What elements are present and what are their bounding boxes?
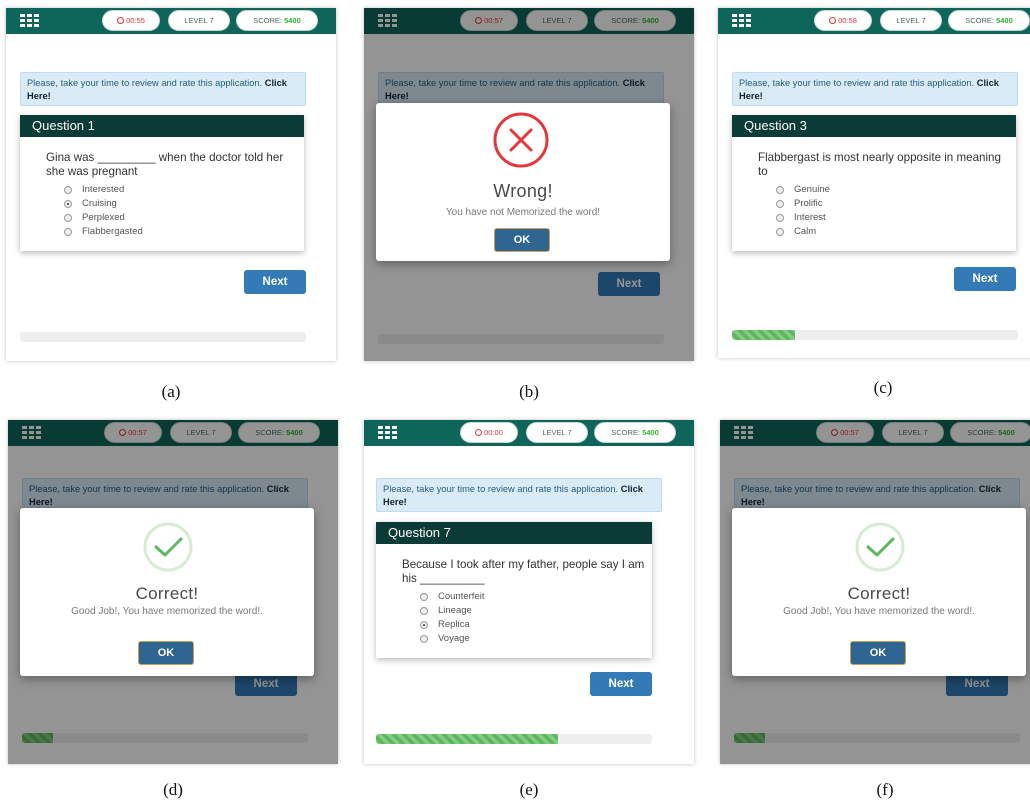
check-circle-icon [855, 522, 905, 572]
progress-bar [376, 734, 652, 744]
review-banner: Please, take your time to review and rat… [376, 478, 662, 512]
level-badge: LEVEL 7 [526, 422, 588, 443]
x-circle-icon [493, 112, 549, 168]
app-screen: 00:57 LEVEL 7 SCORE: 5400 Please, take y… [720, 420, 1030, 764]
answer-option[interactable]: Lineage [420, 604, 652, 618]
next-button[interactable]: Next [244, 270, 306, 294]
answer-option[interactable]: Interested [64, 183, 304, 197]
caption: (e) [519, 780, 539, 799]
progress-fill [376, 734, 559, 744]
panel-d: 00:57 LEVEL 7 SCORE: 5400 Please, take y… [8, 420, 338, 799]
correct-dialog: Correct! Good Job!, You have memorized t… [20, 508, 314, 676]
dialog-message: You have not Memorized the word! [445, 207, 601, 218]
level-badge: LEVEL 7 [880, 10, 942, 31]
progress-bar [732, 330, 1018, 340]
answer-option[interactable]: Replica [420, 618, 652, 632]
caption: (d) [163, 780, 183, 799]
alarm-clock-icon [475, 429, 483, 436]
alarm-clock-icon [117, 17, 125, 24]
panel-b: 00:57 LEVEL 7 SCORE: 5400 Please, take y… [364, 8, 694, 401]
ok-button[interactable]: OK [850, 641, 906, 665]
panel-f: 00:57 LEVEL 7 SCORE: 5400 Please, take y… [720, 420, 1030, 799]
question-card: Question 7 Because I took after my fathe… [376, 522, 652, 658]
timer-badge: 00:00 [460, 422, 518, 443]
correct-dialog: Correct! Good Job!, You have memorized t… [732, 508, 1026, 676]
app-screen: 00:58 LEVEL 7 SCORE: 5400 Please, take y… [718, 8, 1030, 358]
top-bar: 00:55 LEVEL 7 SCORE: 5400 [6, 8, 336, 34]
ok-button[interactable]: OK [494, 228, 550, 252]
score-badge: SCORE: 5400 [236, 10, 318, 31]
radio-icon[interactable] [776, 214, 784, 222]
answer-options: Interested Cruising Perplexed Flabbergas… [64, 183, 304, 239]
answer-option[interactable]: Voyage [420, 632, 652, 646]
app-screen: 00:00 LEVEL 7 SCORE: 5400 Please, take y… [364, 420, 694, 764]
answer-options: Genuine Prolific Interest Calm [776, 183, 1016, 239]
answer-options: Counterfeit Lineage Replica Voyage [420, 590, 652, 646]
radio-icon[interactable] [420, 607, 428, 615]
review-banner: Please, take your time to review and rat… [20, 72, 306, 106]
radio-icon[interactable] [420, 593, 428, 601]
wrong-dialog: Wrong! You have not Memorized the word! … [376, 103, 670, 261]
dialog-title: Correct! [847, 584, 911, 603]
grid-menu-icon[interactable] [378, 426, 398, 440]
app-screen: 00:55 LEVEL 7 SCORE: 5400 Please, take y… [6, 8, 336, 361]
grid-menu-icon[interactable] [732, 14, 752, 28]
question-card: Question 1 Gina was _________ when the d… [20, 115, 304, 251]
grid-menu-icon[interactable] [20, 14, 40, 28]
score-badge: SCORE: 5400 [948, 10, 1030, 31]
radio-icon[interactable] [776, 228, 784, 236]
level-badge: LEVEL 7 [168, 10, 230, 31]
question-title: Question 7 [376, 522, 652, 544]
panel-c: 00:58 LEVEL 7 SCORE: 5400 Please, take y… [718, 8, 1030, 397]
question-title: Question 3 [732, 115, 1016, 137]
top-bar: 00:58 LEVEL 7 SCORE: 5400 [718, 8, 1030, 34]
next-button[interactable]: Next [590, 672, 652, 696]
question-text: Gina was _________ when the doctor told … [46, 151, 284, 178]
ok-button[interactable]: OK [138, 641, 194, 665]
question-text: Flabbergast is most nearly opposite in m… [758, 151, 1001, 178]
check-circle-icon [143, 522, 193, 572]
score-badge: SCORE: 5400 [594, 422, 676, 443]
review-banner: Please, take your time to review and rat… [732, 72, 1018, 106]
question-text: Because I took after my father, people s… [402, 558, 645, 585]
next-button[interactable]: Next [954, 267, 1016, 291]
caption: (a) [161, 382, 181, 401]
progress-bar [20, 332, 306, 342]
radio-icon[interactable] [776, 186, 784, 194]
top-bar: 00:00 LEVEL 7 SCORE: 5400 [364, 420, 694, 446]
timer-badge: 00:55 [102, 10, 160, 31]
dialog-title: Correct! [135, 584, 199, 603]
radio-icon[interactable] [64, 228, 72, 236]
radio-icon[interactable] [420, 635, 428, 643]
question-title: Question 1 [20, 115, 304, 137]
alarm-clock-icon [829, 17, 837, 24]
answer-option[interactable]: Prolific [776, 197, 1016, 211]
answer-option[interactable]: Flabbergasted [64, 225, 304, 239]
app-screen: 00:57 LEVEL 7 SCORE: 5400 Please, take y… [8, 420, 338, 764]
question-card: Question 3 Flabbergast is most nearly op… [732, 115, 1016, 251]
panel-a: 00:55 LEVEL 7 SCORE: 5400 Please, take y… [6, 8, 336, 401]
answer-option[interactable]: Counterfeit [420, 590, 652, 604]
answer-option[interactable]: Cruising [64, 197, 304, 211]
app-screen: 00:57 LEVEL 7 SCORE: 5400 Please, take y… [364, 8, 694, 361]
radio-selected-icon[interactable] [420, 621, 428, 629]
answer-option[interactable]: Perplexed [64, 211, 304, 225]
caption: (b) [519, 382, 539, 401]
radio-selected-icon[interactable] [64, 200, 72, 208]
answer-option[interactable]: Genuine [776, 183, 1016, 197]
timer-badge: 00:58 [814, 10, 872, 31]
answer-option[interactable]: Interest [776, 211, 1016, 225]
caption: (c) [873, 378, 893, 397]
progress-fill [732, 330, 795, 340]
dialog-message: Good Job!, You have memorized the word!. [783, 606, 975, 617]
panel-e: 00:00 LEVEL 7 SCORE: 5400 Please, take y… [364, 420, 694, 799]
radio-icon[interactable] [776, 200, 784, 208]
answer-option[interactable]: Calm [776, 225, 1016, 239]
radio-icon[interactable] [64, 186, 72, 194]
caption: (f) [876, 780, 894, 799]
radio-icon[interactable] [64, 214, 72, 222]
dialog-title: Wrong! [493, 181, 553, 201]
dialog-message: Good Job!, You have memorized the word!. [71, 606, 263, 617]
